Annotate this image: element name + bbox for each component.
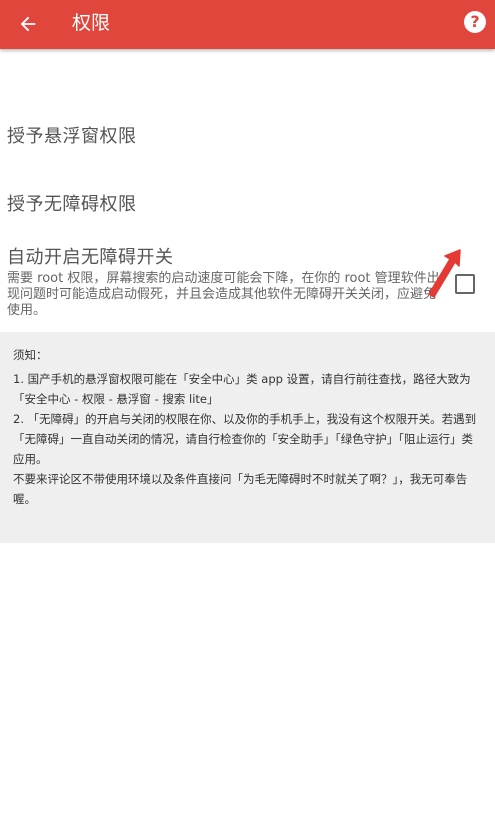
auto-enable-accessibility-item[interactable]: 自动开启无障碍开关 需要 root 权限，屏幕搜索的启动速度可能会下降，在你的 …: [0, 243, 495, 325]
notice-line: 不要来评论区不带使用环境以及条件直接问「为毛无障碍时不时就关了啊？」，我无可奉告…: [13, 472, 468, 506]
pref-title: 授予无障碍权限: [7, 194, 137, 215]
page-title: 权限: [72, 12, 111, 34]
arrow-left-icon: [20, 16, 36, 32]
pref-summary: 需要 root 权限，屏幕搜索的启动速度可能会下降，在你的 root 管理软件出…: [7, 271, 440, 318]
help-button[interactable]: ?: [463, 10, 487, 34]
notice-panel: 须知： 1. 国产手机的悬浮窗权限可能在「安全中心」类 app 设置，请自行前往…: [0, 332, 495, 543]
notice-line: 1. 国产手机的悬浮窗权限可能在「安全中心」类 app 设置，请自行前往查找，路…: [13, 372, 471, 406]
grant-overlay-permission-item[interactable]: 授予悬浮窗权限: [0, 122, 495, 152]
grant-accessibility-permission-item[interactable]: 授予无障碍权限: [0, 190, 495, 220]
pref-title: 授予悬浮窗权限: [7, 126, 137, 147]
notice-line: 2. 「无障碍」的开启与关闭的权限在你、以及你的手机手上，我没有这个权限开关。若…: [13, 412, 477, 466]
red-arrow-icon: [428, 249, 461, 298]
app-bar: 权限 ?: [0, 0, 495, 49]
help-circle-icon: ?: [464, 11, 486, 33]
back-button[interactable]: [8, 4, 48, 44]
notice-title: 须知：: [13, 348, 48, 362]
